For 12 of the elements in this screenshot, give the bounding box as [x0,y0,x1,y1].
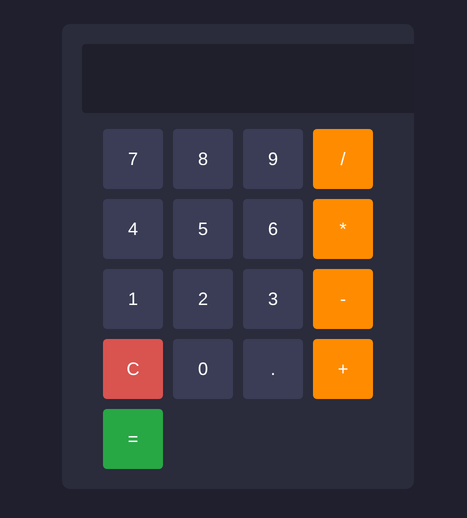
number-key[interactable]: 0 [173,339,233,399]
number-key[interactable]: 2 [173,269,233,329]
number-key[interactable]: 3 [243,269,303,329]
number-key[interactable]: 4 [103,199,163,259]
number-key[interactable]: 8 [173,129,233,189]
number-key[interactable]: . [243,339,303,399]
number-key[interactable]: 1 [103,269,163,329]
number-key[interactable]: 6 [243,199,303,259]
number-key[interactable]: 9 [243,129,303,189]
clear-key[interactable]: C [103,339,163,399]
number-key[interactable]: 5 [173,199,233,259]
number-key[interactable]: 7 [103,129,163,189]
